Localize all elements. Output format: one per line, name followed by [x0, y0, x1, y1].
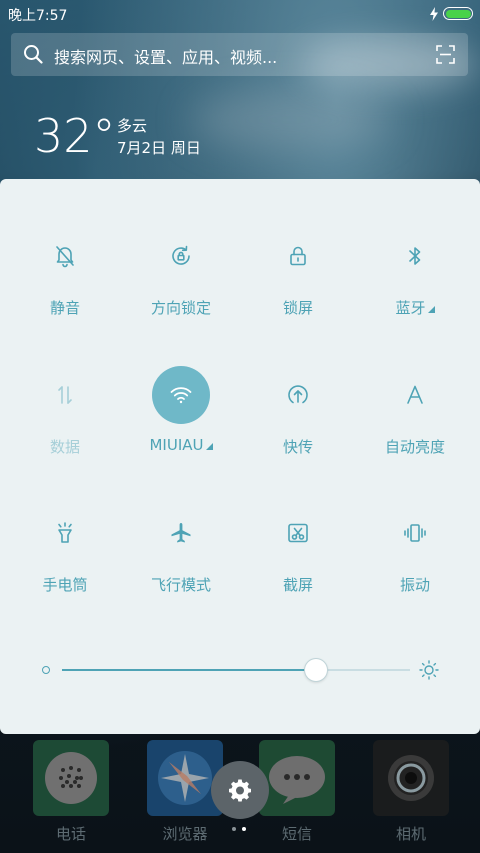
tile-label: 手电筒 [42, 576, 88, 594]
page-dot [242, 827, 246, 831]
messages-app-icon[interactable] [259, 740, 335, 816]
auto-brightness-icon [386, 366, 444, 424]
quick-settings-panel: 静音 方向锁定 锁屏 蓝牙 数据 MIUIAU 快传 自动亮度 手电筒 飞行模式… [0, 179, 480, 734]
dock-label-camera: 相机 [395, 825, 426, 843]
lock-icon [269, 227, 327, 285]
tile-label: 截屏 [282, 576, 313, 594]
tile-rotation-lock[interactable]: 方向锁定 [121, 179, 241, 317]
scan-icon[interactable] [436, 45, 455, 64]
vibrate-icon [386, 504, 444, 562]
tile-auto-brightness[interactable]: 自动亮度 [355, 318, 475, 456]
dock-label-messages: 短信 [281, 825, 312, 843]
brightness-slider[interactable] [0, 649, 480, 689]
tile-label: 飞行模式 [150, 576, 211, 594]
status-bar: 晚上7:57 [0, 0, 480, 28]
tile-bluetooth[interactable]: 蓝牙 [355, 179, 475, 317]
tile-label: 静音 [49, 299, 80, 317]
browser-app-icon[interactable] [147, 740, 223, 816]
charging-icon [430, 7, 438, 21]
flashlight-icon [36, 504, 94, 562]
tile-screenshot[interactable]: 截屏 [238, 456, 358, 594]
tile-label: 方向锁定 [150, 299, 211, 317]
expand-corner-icon [205, 443, 213, 450]
tile-lock-screen[interactable]: 锁屏 [238, 179, 358, 317]
tile-mute[interactable]: 静音 [5, 179, 125, 317]
tile-flashlight[interactable]: 手电筒 [5, 456, 125, 594]
weather-date: 7月2日 周日 [117, 139, 201, 157]
dock-label-browser: 浏览器 [162, 825, 208, 843]
tile-label: 数据 [49, 438, 80, 456]
tile-label: 自动亮度 [384, 438, 445, 456]
page-dot [232, 827, 236, 831]
screenshot-icon [269, 504, 327, 562]
expand-corner-icon [427, 306, 435, 313]
phone-app-icon[interactable] [33, 740, 109, 816]
tile-wifi[interactable]: MIUIAU [121, 318, 241, 454]
search-input[interactable]: 搜索网页、设置、应用、视频... [54, 44, 277, 68]
tile-label: MIUIAU [121, 436, 241, 454]
airplane-icon [152, 504, 210, 562]
brightness-fill [62, 669, 317, 671]
bell-off-icon [36, 227, 94, 285]
tile-label: 蓝牙 [355, 297, 475, 318]
tile-label: 快传 [282, 438, 313, 456]
mobile-data-icon [36, 366, 94, 424]
tile-quick-share[interactable]: 快传 [238, 318, 358, 456]
page-indicator [232, 827, 252, 833]
tile-vibrate[interactable]: 振动 [355, 456, 475, 594]
camera-app-icon[interactable] [373, 740, 449, 816]
tile-airplane-mode[interactable]: 飞行模式 [121, 456, 241, 594]
search-icon [24, 45, 43, 64]
weather-condition: 多云 [117, 117, 148, 135]
gear-icon [229, 779, 251, 802]
brightness-thumb[interactable] [305, 659, 328, 681]
tile-label: 振动 [399, 576, 430, 594]
rotation-lock-icon [152, 227, 210, 285]
share-upload-icon [269, 366, 327, 424]
brightness-low-icon [42, 666, 50, 674]
weather-temperature: 32° [34, 109, 116, 163]
wifi-icon [152, 366, 210, 424]
search-bar[interactable]: 搜索网页、设置、应用、视频... [11, 33, 468, 76]
settings-button[interactable] [211, 761, 269, 819]
status-time: 晚上7:57 [8, 8, 68, 24]
tile-label: 锁屏 [282, 299, 313, 317]
dock-label-phone: 电话 [55, 825, 86, 843]
brightness-track[interactable] [62, 659, 410, 681]
brightness-high-icon [419, 660, 439, 680]
tile-mobile-data[interactable]: 数据 [5, 318, 125, 456]
battery-icon [443, 7, 473, 20]
bluetooth-icon [386, 227, 444, 285]
